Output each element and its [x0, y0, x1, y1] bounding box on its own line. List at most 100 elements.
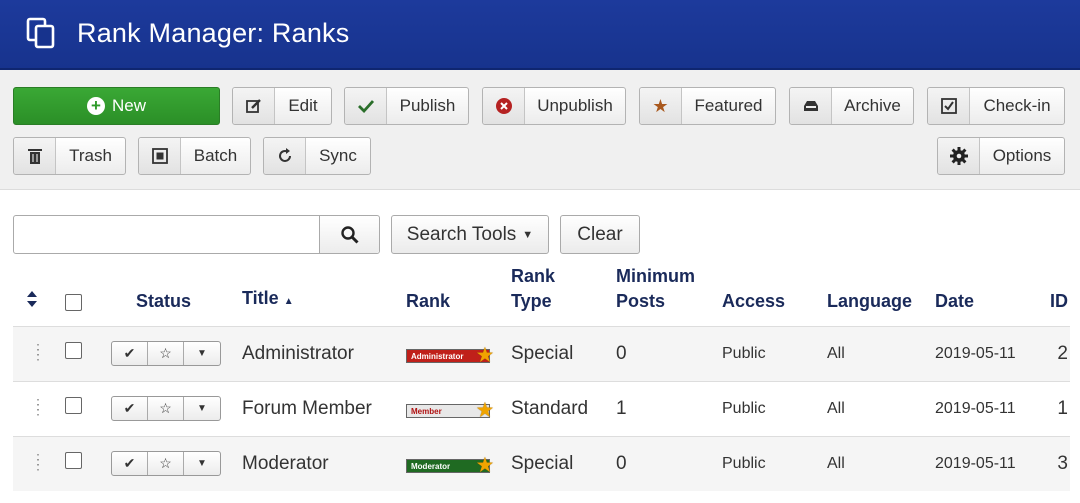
checkin-button[interactable]: Check-in: [927, 87, 1065, 125]
featured-star-icon[interactable]: ☆: [148, 342, 184, 365]
rank-type-header[interactable]: Rank Type: [511, 262, 616, 326]
access-cell: Public: [722, 435, 827, 491]
rank-star-icon: ★: [476, 400, 493, 420]
drag-handle-icon[interactable]: ⋮ ⋮: [31, 452, 45, 471]
new-button[interactable]: + New: [13, 87, 220, 125]
language-cell: All: [827, 380, 935, 436]
clear-button[interactable]: Clear: [560, 215, 640, 254]
published-check-icon[interactable]: ✔: [112, 397, 148, 420]
id-cell: 1: [1029, 380, 1070, 436]
search-tools-label: Search Tools: [406, 223, 517, 245]
title-header-label: Title: [242, 287, 279, 308]
caret-up-icon: ▲: [283, 295, 294, 307]
search-button[interactable]: [319, 216, 379, 253]
row-title-link[interactable]: Administrator: [242, 325, 406, 381]
access-cell: Public: [722, 380, 827, 436]
rank-image: Member ★: [406, 400, 493, 420]
title-header[interactable]: Title ▲: [242, 262, 406, 326]
page-title: Rank Manager: Ranks: [77, 18, 350, 48]
copy-icon: [26, 17, 55, 49]
min-posts-line2: Posts: [616, 290, 666, 311]
sync-button[interactable]: Sync: [263, 137, 371, 175]
edit-icon: [233, 88, 275, 124]
ranks-table: Status Title ▲ Rank Rank Type Minimum Post…: [13, 262, 1070, 491]
actions-dropdown-icon[interactable]: ▼: [184, 452, 220, 475]
table-row: ⋮ ⋮ ✔ ☆ ▼ Administrator Administrator ★ Spec…: [13, 325, 1070, 381]
featured-star-icon[interactable]: ☆: [148, 452, 184, 476]
batch-label: Batch: [193, 146, 238, 165]
edit-button[interactable]: Edit: [232, 87, 332, 125]
rank-type-cell: Special: [511, 325, 616, 381]
archive-label: Archive: [844, 96, 901, 115]
published-check-icon[interactable]: ✔: [112, 342, 148, 365]
publish-label: Publish: [399, 96, 456, 115]
id-cell: 3: [1029, 435, 1070, 491]
min-posts-cell: 1: [616, 380, 722, 436]
id-header[interactable]: ID: [1029, 262, 1070, 326]
access-header[interactable]: Access: [722, 262, 827, 326]
archive-button[interactable]: Archive: [789, 87, 914, 125]
access-cell: Public: [722, 325, 827, 381]
date-cell: 2019-05-11: [935, 325, 1029, 381]
gear-icon: [938, 138, 980, 174]
check-icon: [345, 88, 387, 124]
caret-down-icon: ▼: [522, 228, 534, 241]
sort-icon: [27, 290, 37, 307]
featured-label: Featured: [694, 96, 763, 115]
actions-dropdown-icon[interactable]: ▼: [184, 342, 220, 365]
archive-icon: [790, 88, 832, 124]
table-header-row: Status Title ▲ Rank Rank Type Minimum Post…: [13, 262, 1070, 326]
drag-handle-icon[interactable]: ⋮ ⋮: [31, 342, 45, 361]
status-button-group: ✔ ☆ ▼: [111, 451, 221, 477]
search-input[interactable]: [14, 216, 319, 253]
row-checkbox[interactable]: [65, 452, 82, 470]
edit-label: Edit: [288, 96, 318, 115]
rank-header[interactable]: Rank: [406, 262, 511, 326]
search-icon: [340, 225, 359, 244]
minimum-posts-header[interactable]: Minimum Posts: [616, 262, 722, 326]
row-title-link[interactable]: Moderator: [242, 435, 406, 491]
rank-type-line1: Rank: [511, 265, 556, 286]
featured-button[interactable]: ★ Featured: [639, 87, 776, 125]
rank-image-label: Member: [411, 406, 442, 416]
search-tools-button[interactable]: Search Tools ▼: [391, 215, 549, 254]
rank-image-label: Moderator: [411, 461, 451, 471]
star-icon: ★: [640, 88, 682, 124]
date-header[interactable]: Date: [935, 262, 1029, 326]
times-circle-icon: [483, 88, 525, 124]
id-cell: 2: [1029, 325, 1070, 381]
toolbar: + New Edit Publish Unpublish ★ Featured …: [0, 70, 1080, 190]
search-box: [13, 215, 380, 254]
language-header[interactable]: Language: [827, 262, 935, 326]
min-posts-line1: Minimum: [616, 265, 695, 286]
checkin-label: Check-in: [983, 96, 1051, 115]
options-label: Options: [992, 146, 1052, 165]
rank-type-cell: Special: [511, 435, 616, 491]
ordering-sort-header[interactable]: [13, 262, 59, 326]
batch-button[interactable]: Batch: [138, 137, 251, 175]
select-all-checkbox[interactable]: [65, 293, 82, 311]
table-row: ⋮ ⋮ ✔ ☆ ▼ Moderator Moderator ★ Special 0 Pu…: [13, 435, 1070, 491]
drag-handle-icon[interactable]: ⋮ ⋮: [31, 397, 45, 416]
language-cell: All: [827, 325, 935, 381]
options-button[interactable]: Options: [937, 137, 1065, 175]
trash-button[interactable]: Trash: [13, 137, 126, 175]
status-header[interactable]: Status: [111, 262, 242, 326]
table-row: ⋮ ⋮ ✔ ☆ ▼ Forum Member Member ★ Standard 1 P…: [13, 380, 1070, 436]
status-button-group: ✔ ☆ ▼: [111, 396, 221, 421]
clear-label: Clear: [577, 223, 623, 245]
row-title-link[interactable]: Forum Member: [242, 380, 406, 436]
new-button-label: New: [111, 96, 146, 115]
actions-dropdown-icon[interactable]: ▼: [184, 397, 220, 420]
row-checkbox[interactable]: [65, 397, 82, 414]
rank-star-icon: ★: [476, 455, 493, 476]
status-button-group: ✔ ☆ ▼: [111, 341, 221, 366]
row-checkbox[interactable]: [65, 342, 82, 359]
square-icon: [139, 138, 181, 174]
rank-image: Administrator ★: [406, 346, 493, 364]
publish-button[interactable]: Publish: [344, 87, 469, 125]
published-check-icon[interactable]: ✔: [112, 452, 148, 476]
featured-star-icon[interactable]: ☆: [148, 397, 184, 420]
unpublish-button[interactable]: Unpublish: [482, 87, 626, 125]
rank-image: Moderator ★: [406, 455, 493, 476]
